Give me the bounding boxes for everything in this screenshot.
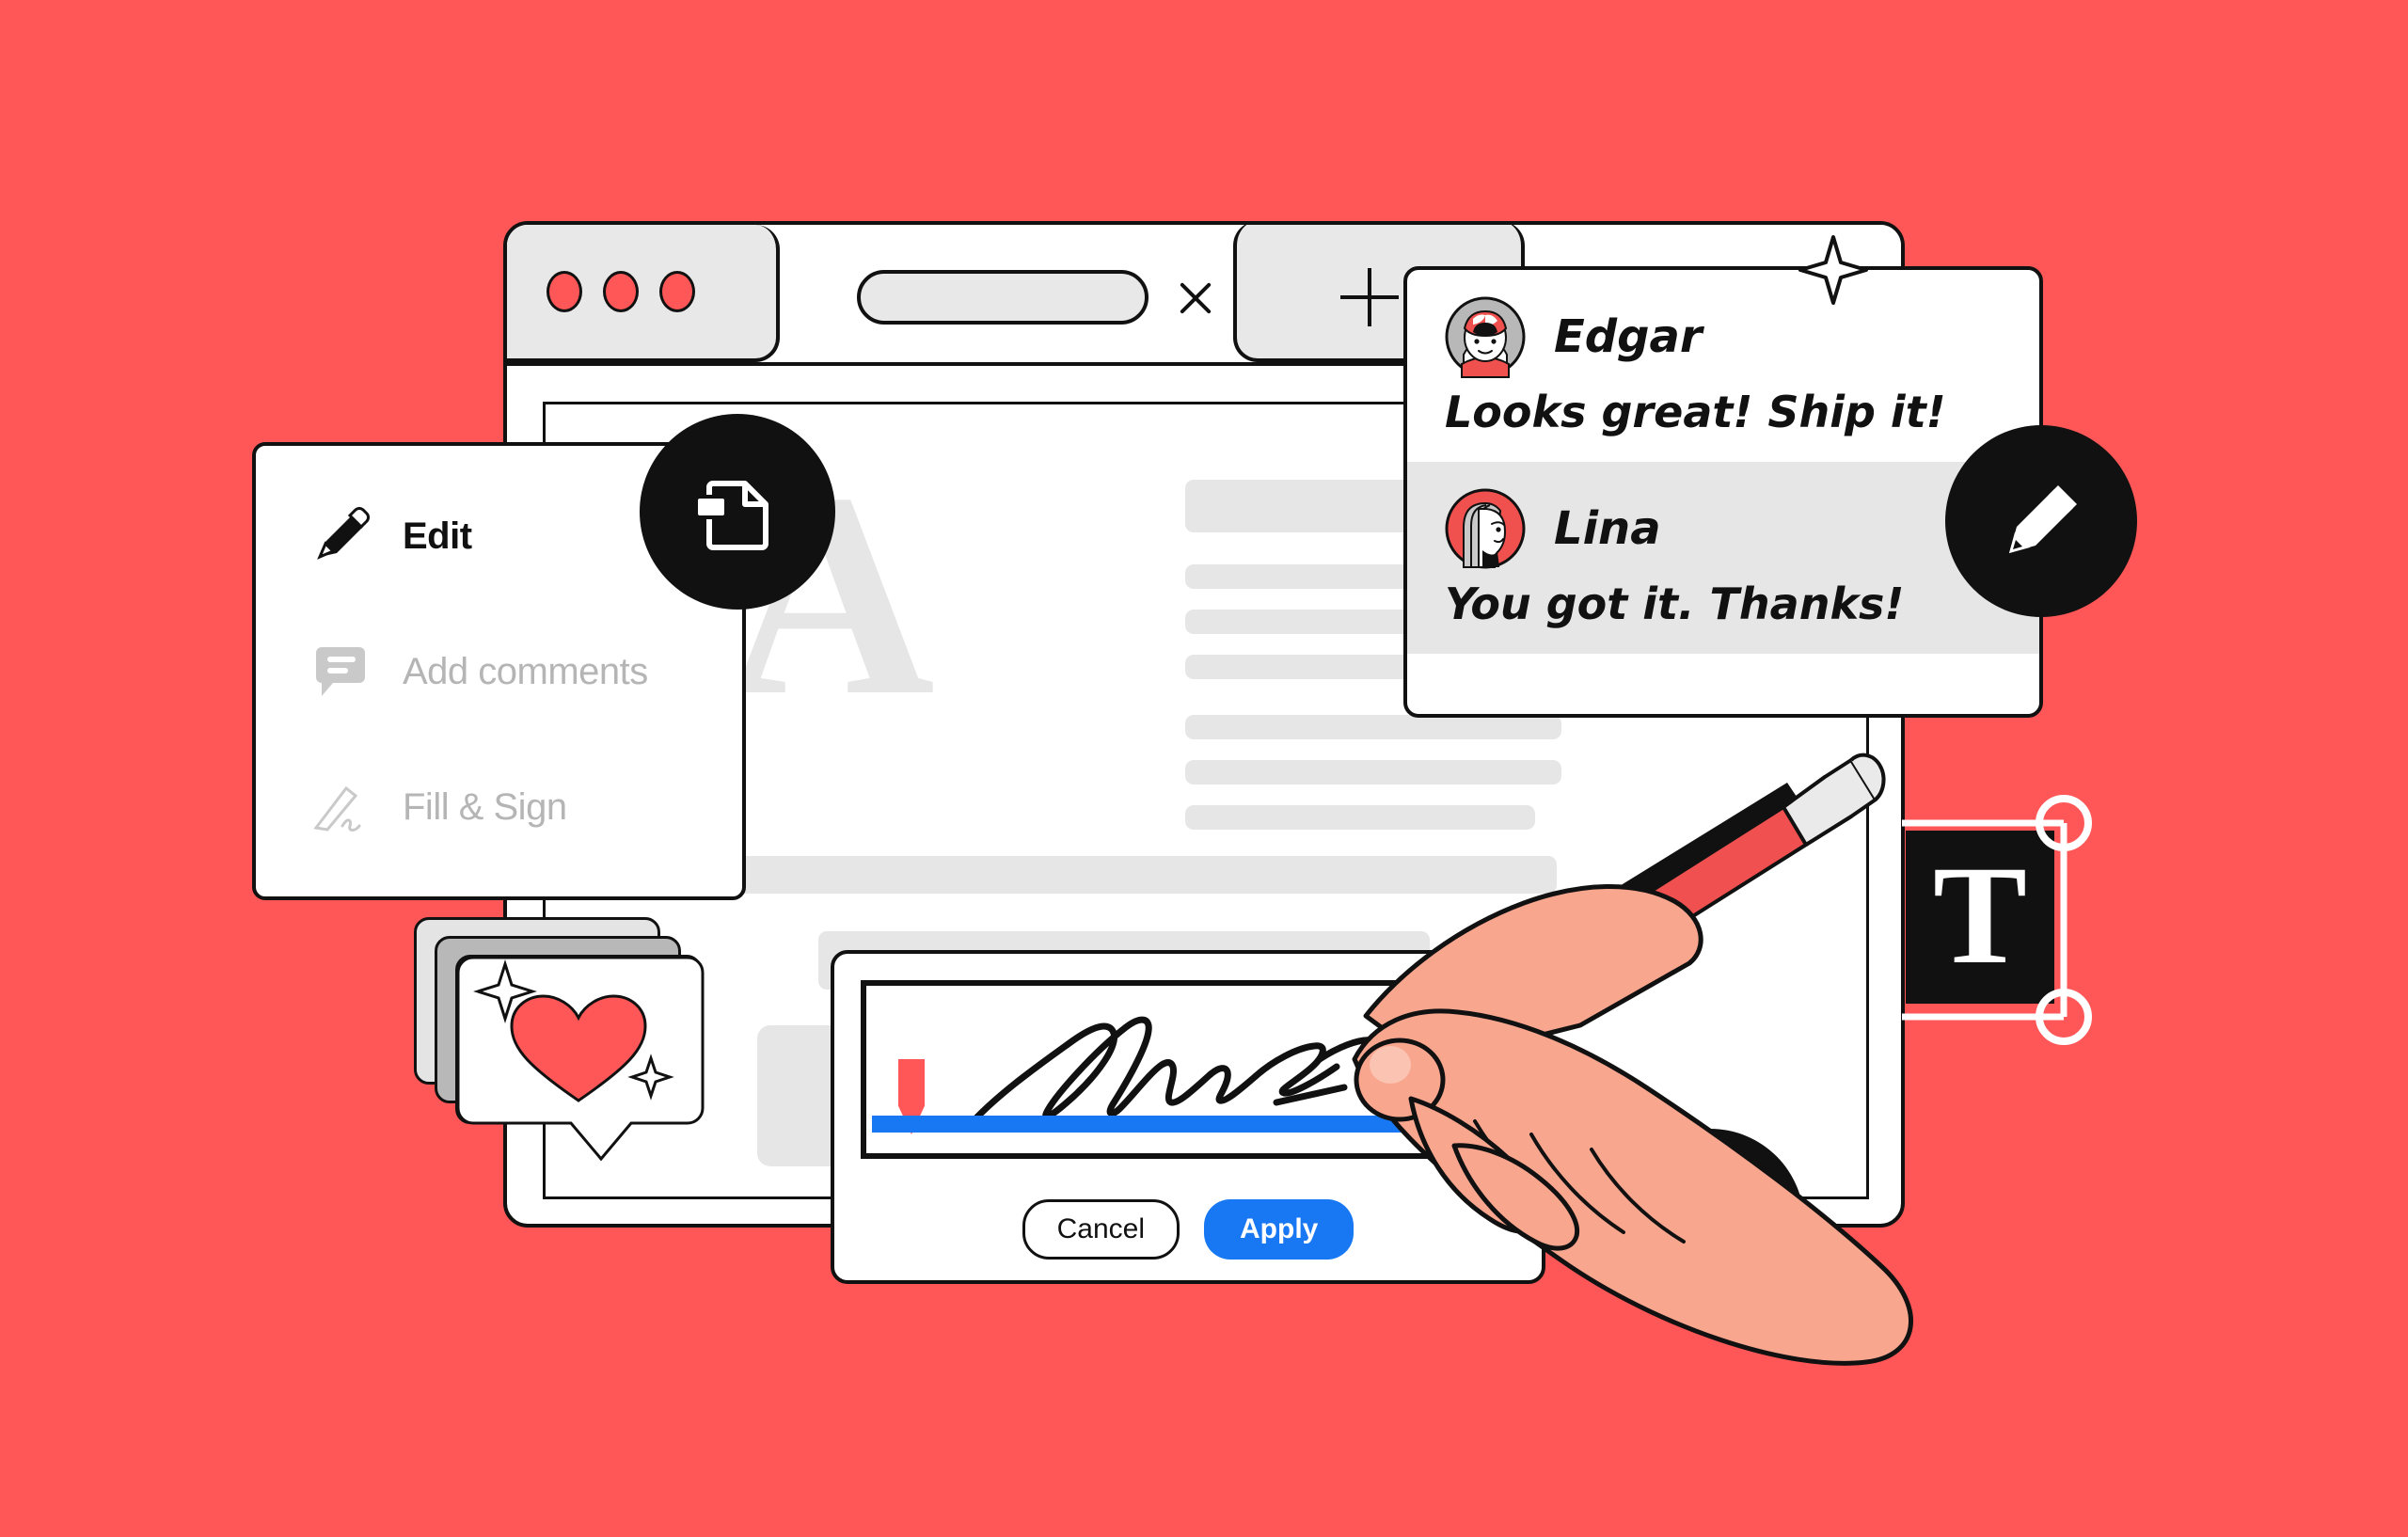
- cancel-button[interactable]: Cancel: [1022, 1199, 1180, 1260]
- document-copy-icon: [689, 463, 786, 561]
- comment-author-name: Edgar: [1554, 310, 1703, 363]
- pencil-badge[interactable]: [1945, 425, 2137, 617]
- menu-item-label: Edit: [403, 515, 472, 557]
- menu-item-add-comments[interactable]: Add comments: [309, 632, 742, 711]
- active-tab[interactable]: [857, 270, 1149, 325]
- dialog-actions: Cancel Apply: [834, 1199, 1542, 1260]
- window-close-dot[interactable]: [547, 271, 582, 312]
- apply-button[interactable]: Apply: [1204, 1199, 1354, 1260]
- close-icon[interactable]: [1175, 277, 1216, 319]
- edgar-avatar: [1445, 296, 1526, 378]
- comments-panel: Edgar Looks great! Ship it! Lina You got…: [1403, 266, 2043, 718]
- doc-text-line: [1185, 760, 1561, 784]
- pencil-icon: [309, 504, 372, 568]
- pencil-icon: [1992, 472, 2090, 570]
- four-point-star-icon: [1797, 233, 1870, 307]
- signature-dialog: Cancel Apply: [831, 950, 1545, 1284]
- heart-reaction-bubble[interactable]: [455, 955, 705, 1162]
- signature-input-field[interactable]: [861, 980, 1519, 1159]
- comment-star-badge[interactable]: [1616, 1129, 1804, 1317]
- comment-body: You got it. Thanks!: [1445, 578, 1905, 629]
- menu-item-label: Add comments: [403, 650, 648, 692]
- signature-icon: [309, 775, 372, 839]
- comment-sparkle-icon: [1661, 1174, 1759, 1272]
- comment-icon: [309, 640, 372, 704]
- comment-author-name: Lina: [1554, 502, 1661, 555]
- menu-item-fill-and-sign[interactable]: Fill & Sign: [309, 768, 742, 847]
- comment-entry[interactable]: Edgar Looks great! Ship it!: [1407, 270, 2039, 462]
- doc-text-line: [1185, 805, 1535, 830]
- window-minimize-dot[interactable]: [603, 271, 639, 312]
- plus-icon: [1340, 268, 1399, 326]
- comment-header: Lina: [1445, 488, 2002, 569]
- doc-text-block: [720, 856, 1557, 894]
- menu-item-label: Fill & Sign: [403, 785, 567, 828]
- comment-body: Looks great! Ship it!: [1445, 387, 1946, 437]
- lina-avatar: [1445, 488, 1526, 569]
- comment-header: Edgar: [1445, 296, 2002, 378]
- text-box-glyph: T: [1933, 837, 2027, 993]
- illustration-canvas: A Edit Add comments Fill & Sign Edgar Lo…: [0, 0, 2408, 1537]
- comment-entry[interactable]: Lina You got it. Thanks!: [1407, 462, 2039, 654]
- text-box-selection[interactable]: T: [1893, 795, 2217, 1077]
- reaction-card-stack: [414, 917, 724, 1190]
- signature-baseline: [872, 1116, 1519, 1133]
- window-maximize-dot[interactable]: [659, 271, 695, 312]
- window-traffic-lights[interactable]: [507, 225, 780, 362]
- doc-text-line: [1185, 715, 1561, 739]
- file-badge[interactable]: [640, 414, 835, 610]
